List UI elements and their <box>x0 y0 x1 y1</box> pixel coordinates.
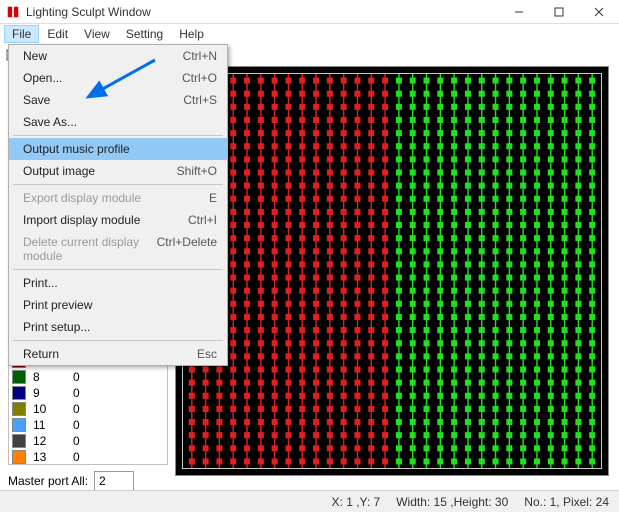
titlebar: Lighting Sculpt Window <box>0 0 619 24</box>
file-menu-dropdown: NewCtrl+NOpen...Ctrl+OSaveCtrl+SSave As.… <box>8 44 228 366</box>
menu-item-output-image[interactable]: Output imageShift+O <box>9 160 227 182</box>
minimize-button[interactable] <box>499 0 539 24</box>
close-button[interactable] <box>579 0 619 24</box>
menu-view[interactable]: View <box>76 25 118 43</box>
menu-item-export-display-module: Export display moduleE <box>9 187 227 209</box>
window-title: Lighting Sculpt Window <box>26 5 499 19</box>
menu-item-print-[interactable]: Print... <box>9 272 227 294</box>
menu-item-import-display-module[interactable]: Import display moduleCtrl+I <box>9 209 227 231</box>
list-row[interactable]: 120 <box>8 433 168 449</box>
color-swatch <box>12 418 26 432</box>
list-row[interactable]: 80 <box>8 369 168 385</box>
app-icon <box>6 5 20 19</box>
menu-item-print-setup-[interactable]: Print setup... <box>9 316 227 338</box>
menubar: FileEditViewSettingHelp <box>0 24 619 44</box>
menu-separator <box>13 269 223 270</box>
canvas-stage[interactable] <box>175 66 609 476</box>
status-bar: X: 1 ,Y: 7 Width: 15 ,Height: 30 No.: 1,… <box>0 490 619 512</box>
color-swatch <box>12 402 26 416</box>
window-controls <box>499 0 619 24</box>
menu-edit[interactable]: Edit <box>39 25 76 43</box>
menu-item-new[interactable]: NewCtrl+N <box>9 45 227 67</box>
status-coord: X: 1 ,Y: 7 <box>332 495 381 509</box>
menu-separator <box>13 135 223 136</box>
list-row[interactable]: 90 <box>8 385 168 401</box>
menu-item-print-preview[interactable]: Print preview <box>9 294 227 316</box>
list-row[interactable]: 110 <box>8 417 168 433</box>
master-port-input[interactable] <box>94 471 134 491</box>
list-row[interactable]: 130 <box>8 449 168 465</box>
color-swatch <box>12 370 26 384</box>
menu-item-return[interactable]: ReturnEsc <box>9 343 227 365</box>
menu-item-open-[interactable]: Open...Ctrl+O <box>9 67 227 89</box>
menu-help[interactable]: Help <box>171 25 212 43</box>
color-swatch <box>12 386 26 400</box>
status-pixel: No.: 1, Pixel: 24 <box>524 495 609 509</box>
menu-item-output-music-profile[interactable]: Output music profile <box>9 138 227 160</box>
menu-separator <box>13 340 223 341</box>
menu-item-delete-current-display-module: Delete current display moduleCtrl+Delete <box>9 231 227 267</box>
status-dims: Width: 15 ,Height: 30 <box>396 495 508 509</box>
pixel-grid <box>182 73 602 469</box>
menu-setting[interactable]: Setting <box>118 25 171 43</box>
maximize-button[interactable] <box>539 0 579 24</box>
master-port-row: Master port All: <box>8 471 168 491</box>
menu-separator <box>13 184 223 185</box>
color-swatch <box>12 434 26 448</box>
menu-item-save-as-[interactable]: Save As... <box>9 111 227 133</box>
menu-item-save[interactable]: SaveCtrl+S <box>9 89 227 111</box>
color-swatch <box>12 450 26 464</box>
master-port-label: Master port All: <box>8 474 88 488</box>
menu-file[interactable]: File <box>4 25 39 43</box>
list-row[interactable]: 100 <box>8 401 168 417</box>
